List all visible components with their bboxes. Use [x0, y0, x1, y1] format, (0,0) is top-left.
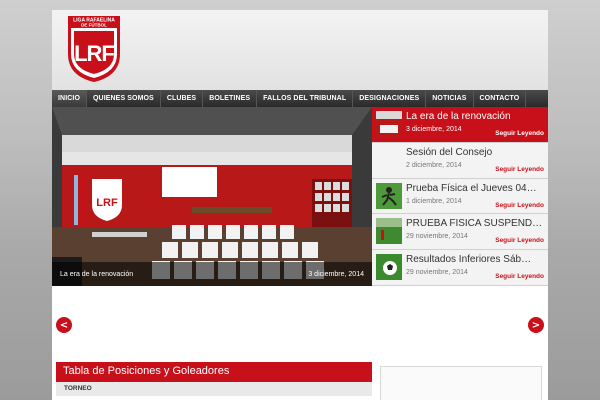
read-more-link[interactable]: Seguir Leyendo: [495, 130, 544, 137]
slide-caption: La era de la renovación 3 diciembre, 201…: [52, 262, 372, 286]
news-item[interactable]: PRUEBA FISICA SUSPEND… 29 noviembre, 201…: [372, 214, 548, 251]
news-item[interactable]: La era de la renovación 3 diciembre, 201…: [372, 107, 548, 143]
news-thumbnail: [376, 182, 402, 209]
news-date: 29 noviembre, 2014: [406, 233, 468, 241]
read-more-link[interactable]: Seguir Leyendo: [495, 237, 544, 244]
nav-item-inicio[interactable]: INICIO: [52, 90, 87, 107]
news-title[interactable]: PRUEBA FISICA SUSPEND…: [406, 218, 546, 229]
slide-caption-date: 3 diciembre, 2014: [308, 270, 364, 278]
news-date: 1 diciembre, 2014: [406, 197, 462, 205]
nav-item-clubes[interactable]: CLUBES: [161, 90, 204, 107]
carousel-prev-button[interactable]: <: [56, 317, 72, 333]
meeting-room-image: LRF: [52, 107, 372, 286]
standings-title: Tabla de Posiciones y Goleadores: [56, 362, 372, 382]
news-title[interactable]: Prueba Física el Jueves 04…: [406, 183, 546, 194]
news-date: 3 diciembre, 2014: [406, 126, 462, 133]
news-title[interactable]: La era de la renovación: [406, 111, 546, 122]
nav-item-noticias[interactable]: NOTICIAS: [426, 90, 474, 107]
news-list: La era de la renovación 3 diciembre, 201…: [372, 107, 548, 286]
featured-slide[interactable]: LRF La era de la renovación 3 diciembre,…: [52, 107, 372, 286]
read-more-link[interactable]: Seguir Leyendo: [495, 166, 544, 173]
nav-item-contacto[interactable]: CONTACTO: [474, 90, 527, 107]
news-item[interactable]: Resultados Inferiores Sáb… 29 noviembre,…: [372, 250, 548, 286]
news-date: 2 diciembre, 2014: [406, 161, 462, 169]
nav-item-designaciones[interactable]: DESIGNACIONES: [353, 90, 427, 107]
nav-item-boletines[interactable]: BOLETINES: [203, 90, 258, 107]
svg-text:LRF: LRF: [74, 41, 114, 66]
tournament-column-header: TORNEO: [56, 382, 372, 396]
news-title[interactable]: Resultados Inferiores Sáb…: [406, 254, 546, 265]
site-header: LIGA RAFAELINA DE FÚTBOL LRF: [52, 10, 548, 90]
carousel-next-button[interactable]: >: [528, 317, 544, 333]
sponsor-carousel: < >: [52, 286, 548, 362]
read-more-link[interactable]: Seguir Leyendo: [495, 202, 544, 209]
nav-item-fallos-del-tribunal[interactable]: FALLOS DEL TRIBUNAL: [257, 90, 354, 107]
slide-caption-title[interactable]: La era de la renovación: [60, 271, 133, 278]
svg-text:LRF: LRF: [96, 197, 118, 209]
read-more-link[interactable]: Seguir Leyendo: [495, 273, 544, 280]
main-nav: INICIO QUIENES SOMOS CLUBES BOLETINES FA…: [52, 90, 548, 107]
news-thumbnail: [376, 111, 402, 137]
sidebar-widget: [380, 366, 542, 400]
lrf-logo[interactable]: LIGA RAFAELINA DE FÚTBOL LRF: [66, 14, 122, 84]
news-title[interactable]: Sesión del Consejo: [406, 147, 546, 158]
nav-item-quienes-somos[interactable]: QUIENES SOMOS: [87, 90, 161, 107]
news-item[interactable]: Sesión del Consejo 2 diciembre, 2014 Seg…: [372, 142, 548, 179]
news-thumbnail: [376, 218, 402, 245]
news-thumbnail: [376, 254, 402, 281]
standings-table: Tabla de Posiciones y Goleadores TORNEO: [56, 362, 372, 400]
news-date: 29 noviembre, 2014: [406, 269, 468, 277]
news-item[interactable]: Prueba Física el Jueves 04… 1 diciembre,…: [372, 178, 548, 215]
page: LIGA RAFAELINA DE FÚTBOL LRF INICIO QUIE…: [52, 10, 548, 400]
svg-text:DE FÚTBOL: DE FÚTBOL: [81, 22, 107, 28]
